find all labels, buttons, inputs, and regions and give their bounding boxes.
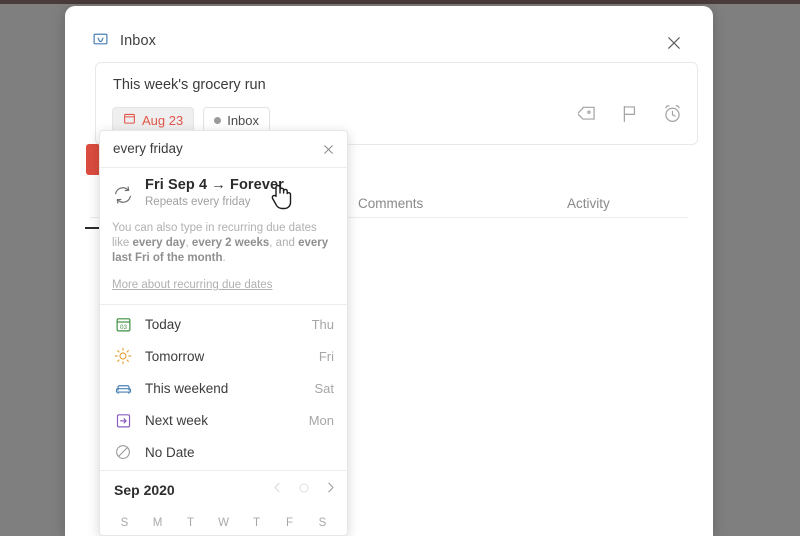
quick-option-day: Fri <box>318 348 334 364</box>
quick-option-tomorrow[interactable]: Tomorrow Fri <box>100 340 347 372</box>
recurring-title: Fri Sep 4 → Forever <box>145 177 284 193</box>
tab-comments[interactable]: Comments <box>358 196 423 211</box>
inbox-tray-icon <box>92 30 109 52</box>
calendar-weekday-row: S M T W T F S <box>108 517 339 529</box>
breadcrumb[interactable]: Inbox <box>92 30 156 52</box>
chevron-right-icon[interactable] <box>324 481 337 499</box>
project-chip-label: Inbox <box>227 112 260 128</box>
clear-search-icon[interactable] <box>320 141 337 158</box>
next-week-arrow-icon <box>112 412 134 429</box>
quick-option-day: Sat <box>314 380 334 396</box>
browser-top-strip <box>0 0 800 4</box>
due-date-chip-label: Aug 23 <box>142 112 184 128</box>
weekday-label: W <box>218 517 229 529</box>
quick-option-day: Mon <box>308 412 334 428</box>
quick-option-next-week[interactable]: Next week Mon <box>100 404 347 436</box>
recurring-help-link[interactable]: More about recurring due dates <box>112 279 335 291</box>
task-action-icons <box>576 103 683 129</box>
sun-icon <box>112 347 134 365</box>
modal-header: Inbox <box>65 6 713 64</box>
circle-icon[interactable] <box>298 481 310 499</box>
subtask-divider <box>85 227 99 229</box>
weekday-label: T <box>252 517 261 529</box>
weekday-label: S <box>120 517 129 529</box>
quick-option-this-weekend[interactable]: This weekend Sat <box>100 372 347 404</box>
hint-example-1: every day <box>132 237 186 249</box>
weekday-label: T <box>186 517 195 529</box>
quick-option-label: This weekend <box>145 380 229 396</box>
quick-option-today[interactable]: 03 Today Thu <box>100 308 347 340</box>
alarm-clock-icon[interactable] <box>662 103 683 129</box>
chevron-left-icon[interactable] <box>271 481 284 499</box>
calendar-header: Sep 2020 <box>100 482 347 506</box>
recurring-subtitle: Repeats every friday <box>145 196 251 208</box>
hint-mid-2: , and <box>269 237 299 249</box>
hint-example-2: every 2 weeks <box>191 237 270 249</box>
weekday-label: F <box>285 517 294 529</box>
sofa-icon <box>112 379 134 398</box>
quick-date-options: 03 Today Thu Tomorrow Fri This weekend S… <box>100 305 347 471</box>
breadcrumb-label: Inbox <box>120 33 156 49</box>
close-icon[interactable] <box>659 28 689 58</box>
flag-icon[interactable] <box>620 103 641 129</box>
mini-calendar: Sep 2020 S M T W T F S 30 <box>100 471 347 535</box>
quick-option-label: Tomorrow <box>145 348 205 364</box>
recurring-suggestion-row[interactable]: Fri Sep 4 → Forever Repeats every friday <box>100 177 347 213</box>
weekday-label: S <box>318 517 327 529</box>
date-search-row: every friday <box>100 131 347 168</box>
recurring-hint: You can also type in recurring due dates… <box>112 221 335 266</box>
project-dot-icon <box>214 116 222 124</box>
recurring-suggestion-block: Fri Sep 4 → Forever Repeats every friday… <box>100 168 347 305</box>
no-date-icon <box>112 443 134 461</box>
svg-text:03: 03 <box>119 323 127 330</box>
calendar-icon <box>123 112 136 128</box>
quick-option-label: Next week <box>145 412 209 428</box>
calendar-nav <box>271 481 337 499</box>
weekday-label: M <box>152 517 163 529</box>
calendar-day-icon: 03 <box>112 316 134 333</box>
recurring-arrows-icon <box>112 184 134 211</box>
task-title[interactable]: This week's grocery run <box>113 77 266 93</box>
quick-option-label: No Date <box>145 444 195 460</box>
tag-icon[interactable] <box>576 103 599 129</box>
quick-option-label: Today <box>145 316 182 332</box>
date-picker-popup: every friday Fri Sep 4 → Forever Repeats… <box>99 130 348 536</box>
quick-option-no-date[interactable]: No Date <box>100 436 347 468</box>
calendar-month-label: Sep 2020 <box>114 482 175 498</box>
quick-option-day: Thu <box>311 316 334 332</box>
tab-activity[interactable]: Activity <box>567 196 610 211</box>
date-search-input[interactable]: every friday <box>113 141 183 156</box>
hint-suffix: . <box>222 252 226 264</box>
